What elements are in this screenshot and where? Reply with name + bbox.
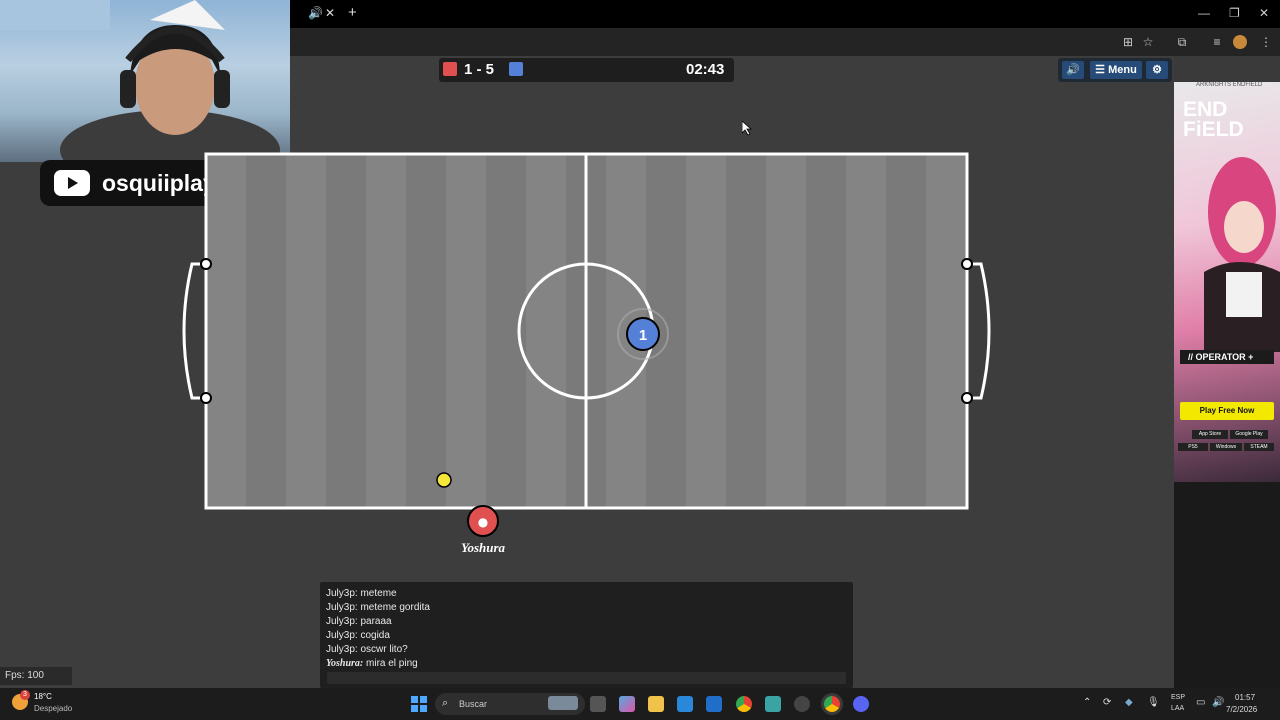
- score: 1 - 5: [464, 61, 495, 78]
- chat-message: July3p: paraaa: [326, 616, 392, 627]
- streamer-figure: [0, 0, 280, 162]
- weather-badge: 3: [20, 690, 30, 700]
- ball: [436, 472, 452, 488]
- chat-author: Yoshura:: [326, 658, 364, 669]
- close-window-icon[interactable]: ✕: [1259, 6, 1269, 20]
- red-team-icon: [443, 62, 457, 76]
- volume-icon[interactable]: 🔊: [1212, 697, 1224, 708]
- discord-icon[interactable]: [853, 696, 869, 712]
- chat-input[interactable]: [327, 672, 846, 684]
- tray-chevron-icon[interactable]: ⌃: [1083, 697, 1091, 708]
- chat-message: July3p: oscwr lito?: [326, 644, 408, 655]
- new-tab-button[interactable]: +: [348, 4, 357, 21]
- chat-message: July3p: meteme gordita: [326, 602, 430, 613]
- chat-message: Yoshura: mira el ping: [326, 657, 847, 671]
- endfield-ad[interactable]: ARKNIGHTS ENDFIELD END FiELD // OPERATOR…: [1174, 82, 1280, 482]
- settings-button[interactable]: ⚙: [1146, 61, 1168, 79]
- language-layout[interactable]: LAA: [1171, 705, 1184, 712]
- sound-button[interactable]: 🔊: [1062, 61, 1084, 79]
- match-timer: 02:43: [686, 61, 725, 78]
- windows-start-icon[interactable]: [411, 696, 427, 712]
- red-player-name: Yoshura: [461, 540, 506, 555]
- chat-text: mira el ping: [363, 658, 418, 669]
- extensions-icon[interactable]: ⧉: [1174, 34, 1190, 50]
- ad-google-play-badge[interactable]: Google Play: [1230, 430, 1268, 439]
- clock-time[interactable]: 01:57: [1235, 693, 1255, 702]
- weather-temp: 18°C: [34, 692, 52, 701]
- ad-character-art: [1204, 157, 1280, 352]
- language-code[interactable]: ESP: [1171, 694, 1185, 701]
- network-icon[interactable]: ▭: [1196, 697, 1205, 708]
- media-icon[interactable]: ≡: [1209, 34, 1225, 50]
- soccer-field: 1 ● Yoshura: [182, 152, 991, 555]
- kebab-menu-icon[interactable]: ⋮: [1258, 34, 1274, 50]
- blue-player-number: 1: [639, 327, 647, 344]
- steam-icon[interactable]: [794, 696, 810, 712]
- ad-platform-badge: STEAM: [1244, 443, 1274, 451]
- app-icon[interactable]: [765, 696, 781, 712]
- chrome-active-icon[interactable]: [824, 696, 840, 712]
- ad-play-now-button[interactable]: Play Free Now: [1180, 402, 1274, 420]
- search-placeholder: Buscar: [459, 699, 488, 709]
- tray-app-icon[interactable]: ◆: [1125, 697, 1133, 708]
- ad-brand-line-2: FiELD: [1183, 118, 1244, 141]
- ad-side-blank: [1174, 482, 1280, 688]
- ad-platform-badge: PS5: [1178, 443, 1208, 451]
- blue-team-icon: [509, 62, 523, 76]
- clock-date[interactable]: 7/2/2026: [1226, 705, 1257, 714]
- ad-app-store-badge[interactable]: App Store: [1192, 430, 1228, 439]
- ad-brand-small: ARKNIGHTS ENDFIELD: [1196, 82, 1263, 88]
- minimize-icon[interactable]: —: [1198, 6, 1210, 20]
- tray-sync-icon[interactable]: ⟳: [1103, 697, 1111, 708]
- star-icon[interactable]: ☆: [1140, 34, 1156, 50]
- menu-button[interactable]: ☰ Menu: [1090, 61, 1142, 79]
- restore-icon[interactable]: ❐: [1229, 6, 1240, 20]
- profile-icon[interactable]: [1233, 35, 1247, 49]
- chat-message: July3p: cogida: [326, 630, 390, 641]
- mouse-cursor-icon: [742, 121, 752, 136]
- translate-icon[interactable]: ⊞: [1120, 34, 1136, 50]
- file-explorer-icon[interactable]: [648, 696, 664, 712]
- ad-operator-tag: // OPERATOR +: [1180, 350, 1274, 364]
- fps-counter: Fps: 100: [0, 667, 72, 685]
- youtube-icon: [54, 170, 90, 196]
- ad-platform-badge: Windows: [1210, 443, 1242, 451]
- tab-close-icon[interactable]: ✕: [325, 6, 335, 20]
- copilot-icon[interactable]: [619, 696, 635, 712]
- webcam-overlay: [0, 0, 290, 162]
- store-icon[interactable]: [677, 696, 693, 712]
- search-highlight-image: [548, 696, 578, 710]
- red-player-avatar-icon: ●: [478, 515, 488, 529]
- outlook-icon[interactable]: [706, 696, 722, 712]
- tab-audio-icon[interactable]: 🔊: [308, 6, 323, 20]
- tray-mic-icon[interactable]: 🎙: [1147, 697, 1160, 708]
- task-view-icon[interactable]: [590, 696, 606, 712]
- search-icon: ⌕: [442, 697, 449, 709]
- chrome-icon[interactable]: [736, 696, 752, 712]
- chat-message: July3p: meteme: [326, 588, 397, 599]
- ad-brand-line-1: END: [1183, 98, 1228, 121]
- weather-condition: Despejado: [34, 704, 73, 713]
